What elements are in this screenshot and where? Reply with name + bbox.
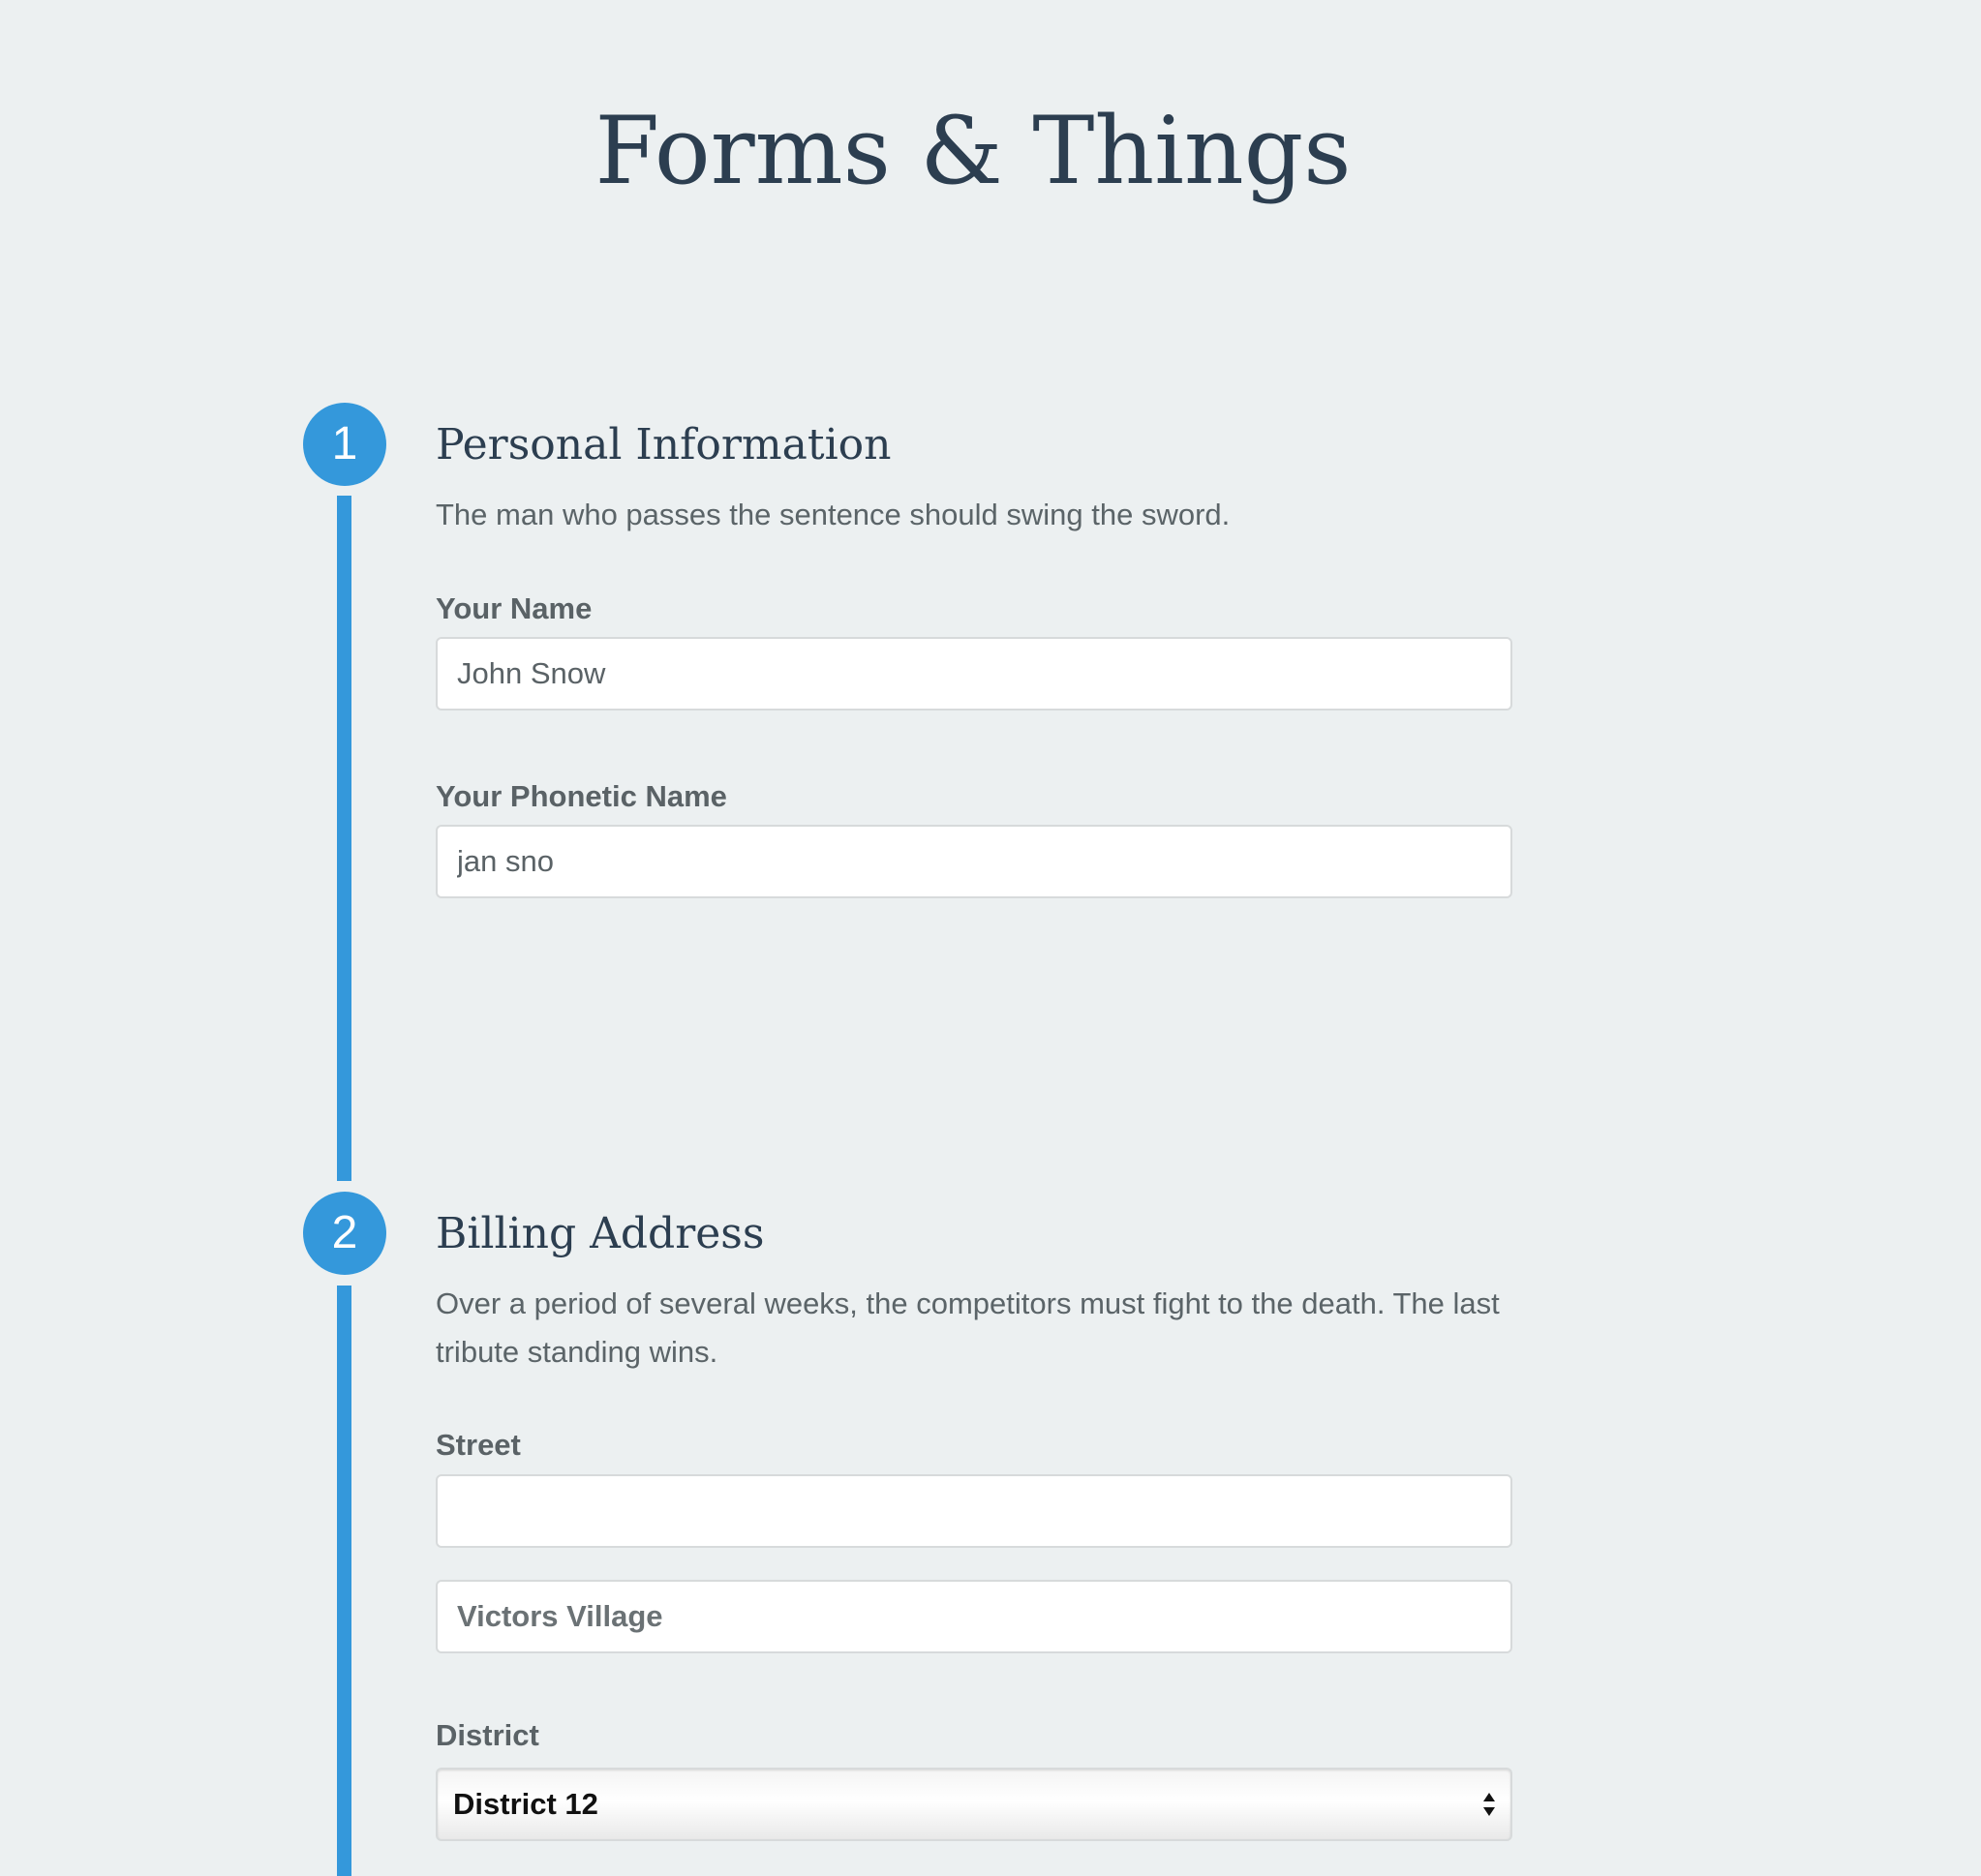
step-number: 1: [331, 418, 358, 469]
street-line2-input[interactable]: [436, 1580, 1512, 1653]
section-description: Over a period of several weeks, the comp…: [436, 1286, 1500, 1369]
step-number: 2: [331, 1207, 358, 1258]
timeline-line-step-1: [337, 496, 351, 1181]
phonetic-name-input[interactable]: [436, 825, 1512, 898]
phonetic-name-label: Your Phonetic Name: [436, 779, 727, 813]
street-label: Street: [436, 1428, 521, 1462]
street-line1-input[interactable]: [436, 1474, 1512, 1548]
your-name-input[interactable]: [436, 637, 1512, 711]
timeline-line-step-2: [337, 1286, 351, 1876]
page-title: Forms & Things: [594, 97, 1352, 205]
step-badge-1: 1: [303, 403, 386, 486]
section-description: The man who passes the sentence should s…: [436, 498, 1231, 531]
district-selected-value: District 12: [453, 1787, 598, 1821]
step-badge-2: 2: [303, 1192, 386, 1275]
district-label: District: [436, 1718, 539, 1752]
district-select[interactable]: District 12: [436, 1768, 1512, 1841]
your-name-label: Your Name: [436, 591, 593, 625]
section-heading: Personal Information: [436, 420, 892, 469]
section-heading: Billing Address: [436, 1209, 765, 1258]
updown-chevron-icon: [1483, 1793, 1495, 1816]
